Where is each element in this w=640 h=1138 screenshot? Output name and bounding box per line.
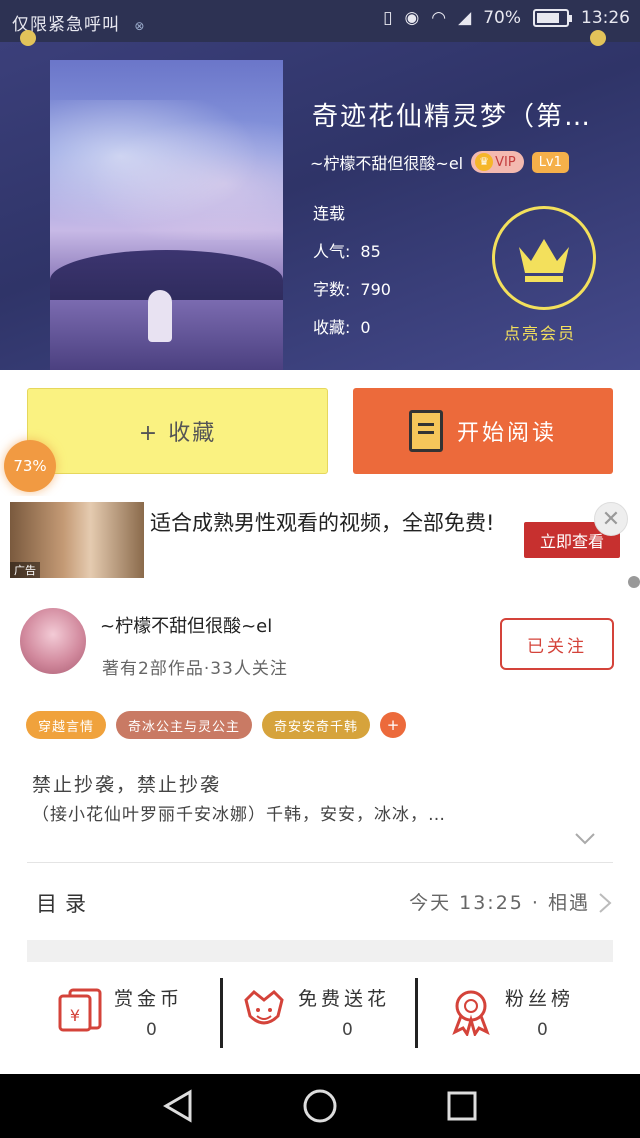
- battery-icon: [533, 9, 572, 27]
- description-line: 禁止抄袭，禁止抄袭: [32, 774, 222, 796]
- status-icons: ▯ ◉ ◠ ◢ 70% 13:26: [383, 8, 630, 28]
- section-gap: [27, 940, 613, 962]
- tag-list: 穿越言情 奇冰公主与灵公主 奇安安奇千韩 +: [26, 711, 407, 739]
- book-author[interactable]: ~柠檬不甜但很酸~el: [310, 150, 463, 174]
- level-badge: Lv1: [531, 151, 569, 173]
- avatar[interactable]: [18, 606, 88, 676]
- reward-coins[interactable]: ¥ 赏金币 0: [50, 962, 220, 1072]
- corner-handle-right: [590, 30, 606, 46]
- reading-progress-badge[interactable]: 73%: [4, 440, 56, 492]
- stats-bar: ¥ 赏金币 0 免费送花 0 粉丝榜 0: [0, 962, 640, 1072]
- rosette-icon: [452, 990, 490, 1036]
- sync-icon: ⊗: [134, 19, 146, 33]
- book-status: 连载: [313, 204, 346, 223]
- add-tag-button[interactable]: +: [380, 712, 407, 738]
- red-envelope-icon: ¥: [58, 988, 102, 1032]
- crown-icon: ♛: [475, 153, 494, 171]
- author-line: ~柠檬不甜但很酸~el ♛ VIP Lv1: [310, 150, 569, 174]
- status-bar: 仅限紧急呼叫 ⊗ ▯ ◉ ◠ ◢ 70% 13:26: [0, 0, 640, 42]
- tag-chip[interactable]: 奇冰公主与灵公主: [116, 711, 253, 739]
- stat-value: 0: [342, 1020, 353, 1040]
- stat-label: 粉丝榜: [505, 988, 575, 1010]
- back-icon[interactable]: [162, 1088, 194, 1124]
- book-header: 奇迹花仙精灵梦（第… ~柠檬不甜但很酸~el ♛ VIP Lv1 连载 人气: 8…: [0, 42, 640, 370]
- stat-label: 免费送花: [298, 988, 391, 1010]
- wifi-icon: ◠: [431, 8, 447, 28]
- battery-percent: 70%: [483, 8, 521, 28]
- book-title: 奇迹花仙精灵梦（第…: [312, 102, 593, 132]
- word-count: 字数: 790: [313, 280, 391, 299]
- member-label[interactable]: 点亮会员: [504, 320, 576, 344]
- ad-text[interactable]: 适合成熟男性观看的视频，全部免费!: [150, 508, 500, 538]
- system-nav-bar: [0, 1074, 640, 1138]
- free-flowers[interactable]: 免费送花 0: [240, 962, 415, 1072]
- close-icon[interactable]: ✕: [594, 502, 628, 536]
- ad-indicator: [628, 576, 640, 588]
- vibrate-icon: ▯: [383, 8, 393, 28]
- description-line: （接小花仙叶罗丽千安冰娜）千韩，安安，冰冰，…: [32, 805, 446, 825]
- corner-handle-left: [20, 30, 36, 46]
- stat-label: 赏金币: [114, 988, 184, 1010]
- flower-icon: [244, 989, 284, 1025]
- vip-badge: ♛ VIP: [471, 151, 524, 173]
- recents-icon[interactable]: [446, 1088, 478, 1124]
- member-crown-button[interactable]: [492, 206, 596, 310]
- crown-icon: [519, 239, 569, 282]
- book-cover[interactable]: [50, 60, 283, 370]
- start-reading-button[interactable]: 开始阅读: [353, 388, 613, 474]
- popularity: 人气: 85: [313, 242, 381, 261]
- follow-button[interactable]: 已关注: [500, 618, 614, 670]
- chevron-right-icon: [599, 893, 612, 913]
- catalog-row[interactable]: 目录 今天 13:25 · 相遇: [0, 862, 640, 942]
- home-icon[interactable]: [302, 1088, 338, 1124]
- latest-chapter: 今天 13:25 · 相遇: [409, 892, 590, 914]
- tag-chip[interactable]: 奇安安奇千韩: [262, 711, 371, 739]
- stat-divider: [415, 978, 418, 1048]
- start-reading-label: 开始阅读: [456, 421, 557, 446]
- signal-icon: ◢: [458, 8, 472, 28]
- svg-text:¥: ¥: [70, 1006, 80, 1025]
- clock: 13:26: [581, 8, 630, 28]
- fans-ranking[interactable]: 粉丝榜 0: [445, 962, 615, 1072]
- tag-chip[interactable]: 穿越言情: [26, 711, 107, 739]
- stat-value: 0: [146, 1020, 157, 1040]
- author-works-followers: 著有2部作品·33人关注: [102, 659, 288, 679]
- favorite-count: 收藏: 0: [313, 318, 371, 337]
- ad-tag: 广告: [10, 562, 40, 578]
- catalog-label: 目录: [36, 892, 94, 916]
- book-icon: [408, 410, 443, 452]
- eye-icon: ◉: [404, 8, 420, 28]
- stat-divider: [220, 978, 223, 1048]
- vip-label: VIP: [495, 154, 516, 170]
- stat-value: 0: [537, 1020, 548, 1040]
- favorite-button[interactable]: + 收藏: [27, 388, 328, 474]
- chevron-down-icon[interactable]: [574, 832, 596, 846]
- author-name[interactable]: ~柠檬不甜但很酸~el: [100, 612, 272, 638]
